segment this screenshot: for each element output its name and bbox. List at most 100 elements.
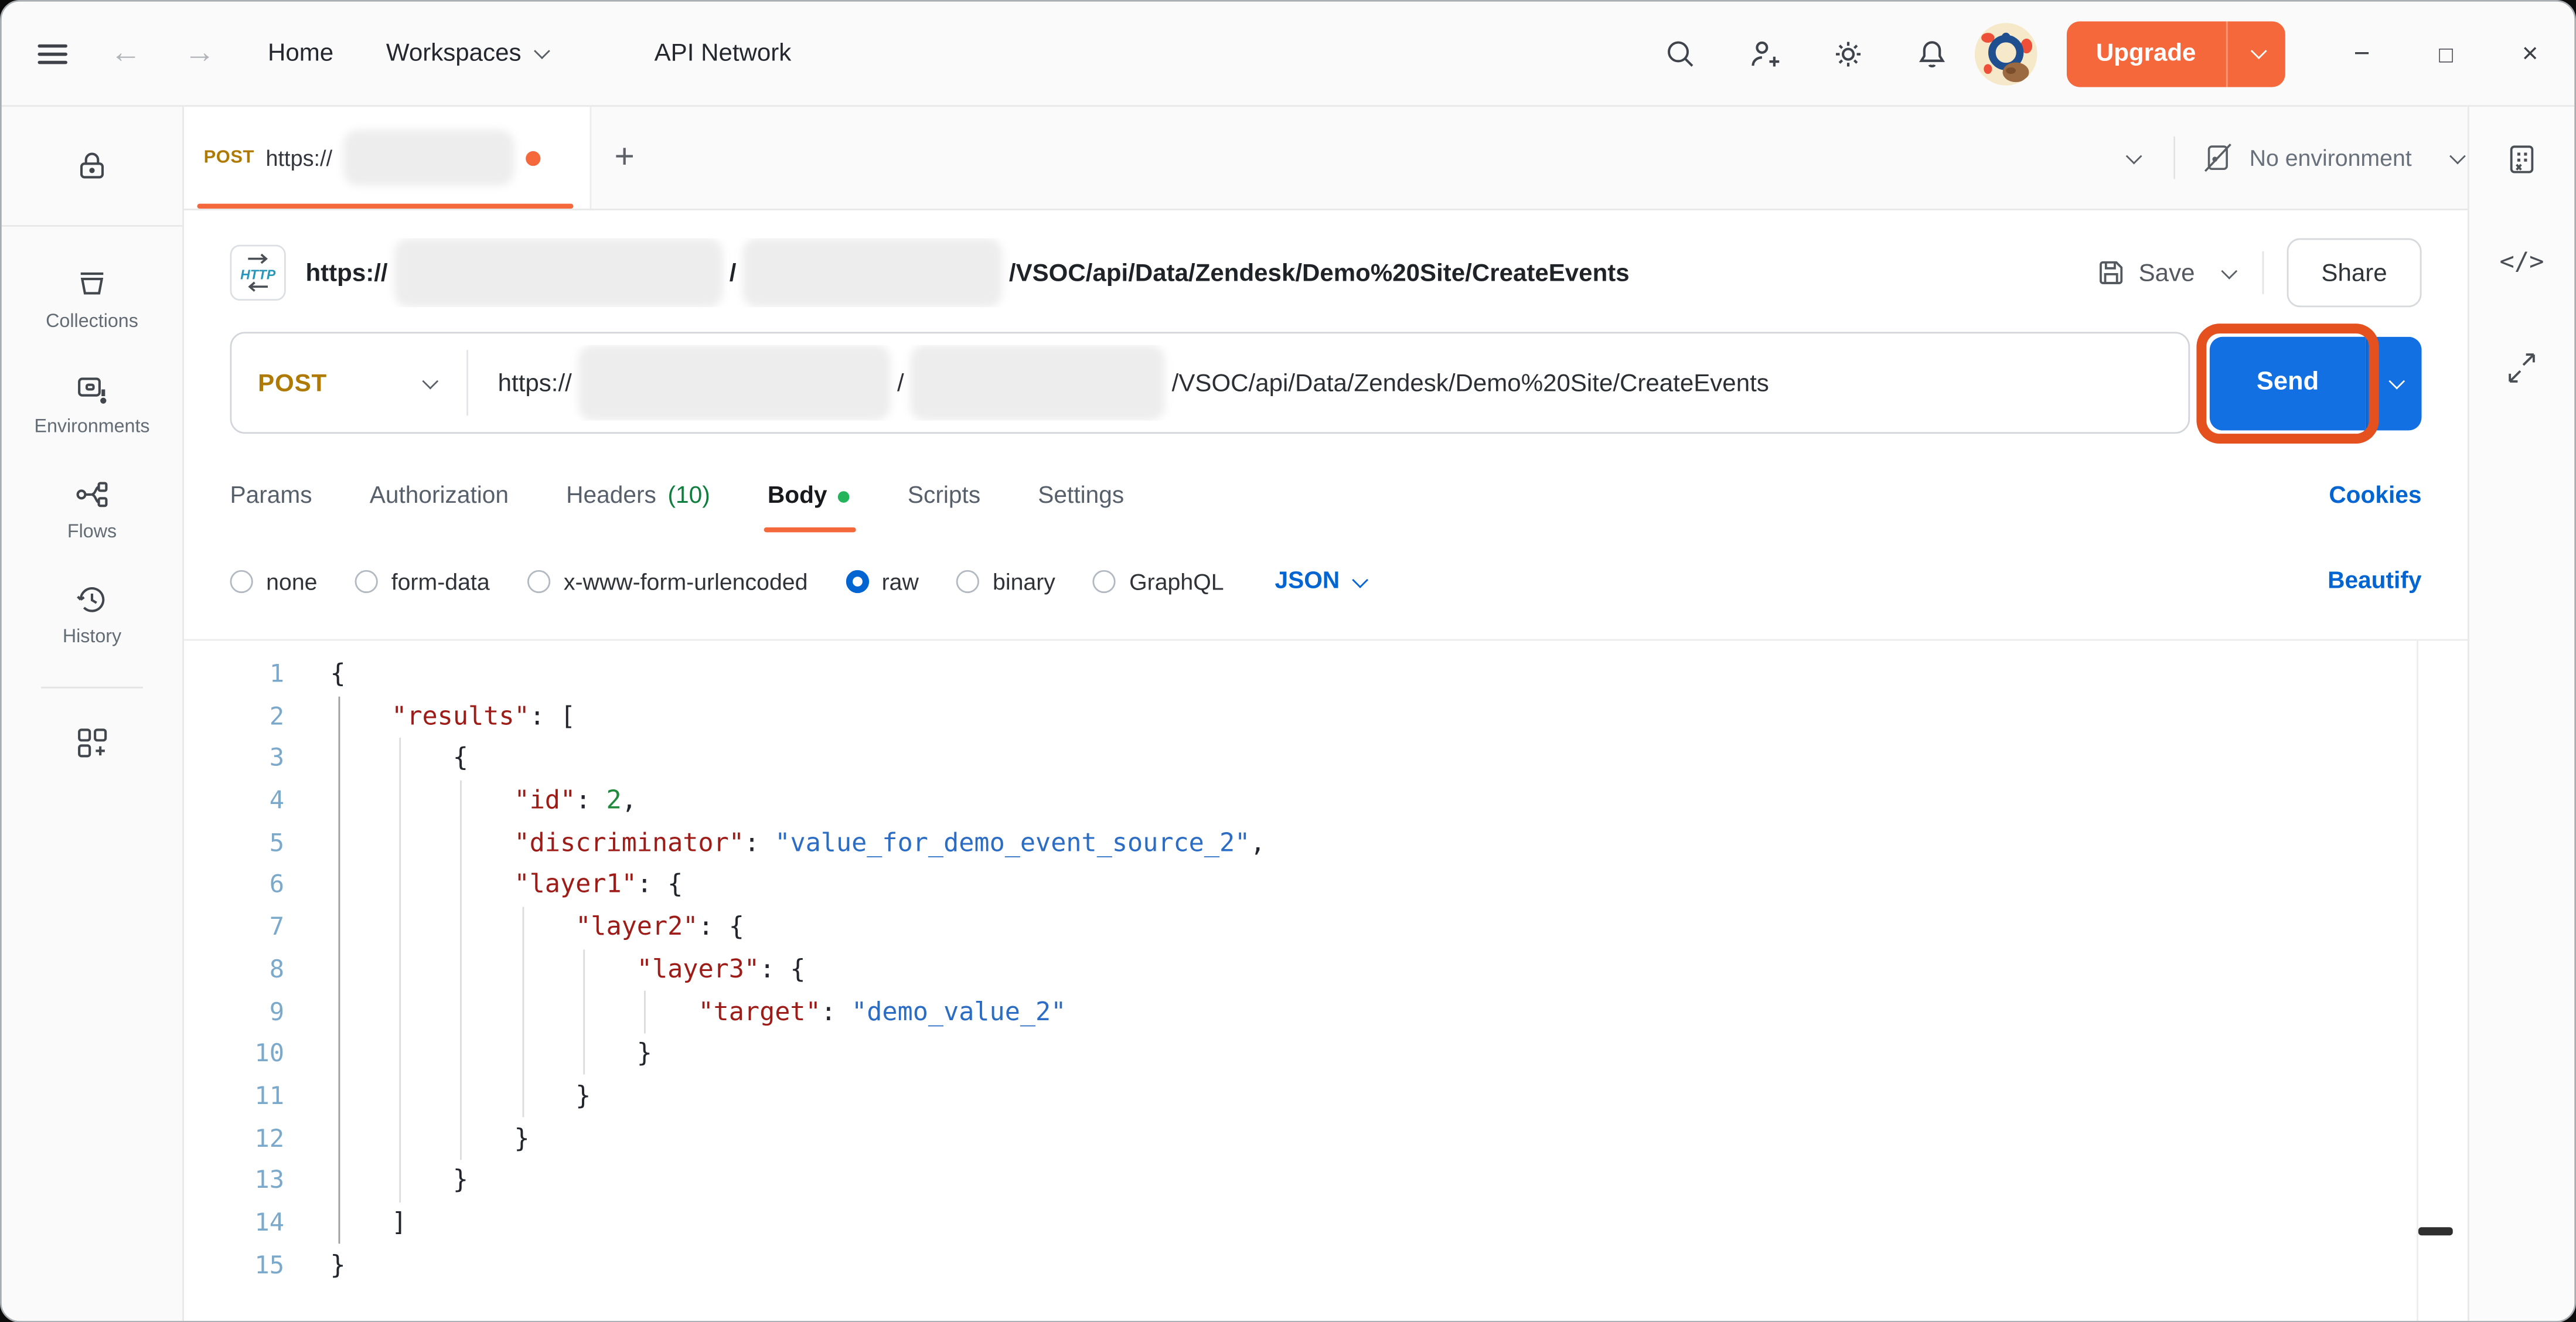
radio-graphql[interactable]: GraphQL [1093,568,1224,595]
sidebar-item-collections[interactable]: Collections [46,266,138,332]
nav-home[interactable]: Home [268,39,333,67]
code-line: "results": [ [330,696,1266,738]
redacted-blur [578,345,891,421]
sidebar-item-history[interactable]: History [63,581,121,647]
invite-user-icon[interactable] [1748,37,1781,70]
lock-icon[interactable] [2,107,182,227]
hamburger-menu-icon[interactable] [38,43,67,63]
environment-quick-look-icon[interactable] [2505,107,2538,210]
environments-icon [74,372,110,408]
code-line: } [330,1118,1266,1160]
body-mode-options: none form-data x-www-form-urlencoded raw… [230,546,2422,618]
chevron-down-icon [534,43,551,59]
active-request-tab[interactable]: POST https:// [184,107,591,209]
tab-body[interactable]: Body [768,460,850,532]
send-dropdown[interactable] [2366,336,2421,430]
radio-none[interactable]: none [230,568,318,595]
tab-method-label: POST [204,148,254,168]
titlebar: ← → Home Workspaces API Network [2,2,2574,107]
body-modified-dot [839,490,850,502]
tab-params[interactable]: Params [230,460,312,532]
sidebar-item-flows[interactable]: Flows [67,476,117,542]
code-line: { [330,738,1266,781]
editor-scroll-track [2417,640,2418,1321]
code-line: "layer2": { [330,907,1266,949]
nav-workspaces[interactable]: Workspaces [386,39,546,67]
radio-icon-selected [846,570,868,593]
cookies-link[interactable]: Cookies [2329,483,2421,509]
share-button[interactable]: Share [2287,238,2422,308]
code-icon[interactable]: </> [2500,247,2544,276]
maximize-button[interactable]: □ [2439,42,2453,64]
right-sidebar: </> [2468,107,2574,1321]
tab-authorization[interactable]: Authorization [370,460,509,532]
method-select[interactable]: POST [231,369,327,397]
json-editor[interactable]: 123456789101112131415 { "results": [ { "… [184,639,2468,1321]
code-line: ] [330,1202,1266,1245]
nav-api-network[interactable]: API Network [655,39,792,67]
request-tab-strip: POST https:// + No environment [184,107,2468,210]
radio-icon [956,570,979,593]
request-tabs: Params Authorization Headers (10) Body S… [230,460,2422,532]
new-tab-button[interactable]: + [615,138,635,178]
save-icon [2096,258,2125,287]
unsaved-changes-dot [526,151,541,165]
search-icon[interactable] [1664,37,1697,70]
settings-gear-icon[interactable] [1831,37,1864,70]
titlebar-right: Upgrade − □ × [1613,21,2538,86]
save-button[interactable]: Save [2096,258,2195,287]
format-select[interactable]: JSON [1275,568,1365,595]
minimize-button[interactable]: − [2354,39,2370,67]
upgrade-dropdown[interactable] [2226,21,2285,86]
close-button[interactable]: × [2522,39,2538,67]
tab-scripts[interactable]: Scripts [908,460,980,532]
notifications-bell-icon[interactable] [1915,37,1948,70]
save-label: Save [2139,259,2195,287]
radio-label: raw [882,568,919,595]
expand-icon[interactable] [2505,352,2538,393]
editor-gutter: 123456789101112131415 [184,654,284,1287]
send-button[interactable]: Send [2210,336,2366,430]
sidebar-divider [41,687,143,689]
tab-headers-label: Headers [566,483,656,509]
avatar[interactable] [1974,22,2037,85]
sidebar-item-label: Environments [34,417,149,437]
radio-binary[interactable]: binary [956,568,1055,595]
redacted-blur [394,238,723,308]
radio-icon [355,570,378,593]
upgrade-button[interactable]: Upgrade [2066,21,2284,86]
radio-form-data[interactable]: form-data [355,568,490,595]
radio-raw[interactable]: raw [846,568,919,595]
activity-sidebar: Collections Environments Flows History [2,107,184,1321]
chevron-down-icon [1353,571,1369,588]
configure-blocks-icon[interactable] [74,724,110,761]
sidebar-item-environments[interactable]: Environments [34,372,149,437]
url-input[interactable]: POST https:// / /VSOC/api/Data/Zendesk/D… [230,332,2190,434]
no-environment-icon [2202,141,2234,174]
nav-workspaces-label: Workspaces [386,39,522,67]
code-line: } [330,1034,1266,1076]
code-line: "layer1": { [330,865,1266,907]
collections-icon [74,266,110,302]
sidebar-item-label: History [63,628,121,648]
tab-url-label: https:// [265,145,332,170]
redacted-blur [743,238,1003,308]
forward-icon[interactable]: → [184,38,215,69]
flows-icon [74,476,110,513]
radio-icon [1093,570,1116,593]
environment-selector[interactable]: No environment [2195,131,2468,184]
radio-x-www-form-urlencoded[interactable]: x-www-form-urlencoded [527,568,807,595]
back-icon[interactable]: ← [110,38,141,69]
beautify-link[interactable]: Beautify [2328,568,2421,595]
save-dropdown-chevron[interactable] [2214,251,2239,294]
tab-list-chevron-icon[interactable] [2110,133,2154,182]
request-title-row: HTTP https:// / /VSOC/api/Data/Zendesk/D… [230,233,2422,312]
send-button-group: Send [2210,336,2422,430]
code-line: } [330,1245,1266,1287]
svg-text:HTTP: HTTP [240,267,276,282]
editor-scrollbar-thumb[interactable] [2418,1227,2453,1235]
tab-headers[interactable]: Headers (10) [566,460,710,532]
tab-settings[interactable]: Settings [1038,460,1124,532]
code-line: "target": "demo_value_2" [330,992,1266,1034]
code-line: "layer3": { [330,949,1266,992]
